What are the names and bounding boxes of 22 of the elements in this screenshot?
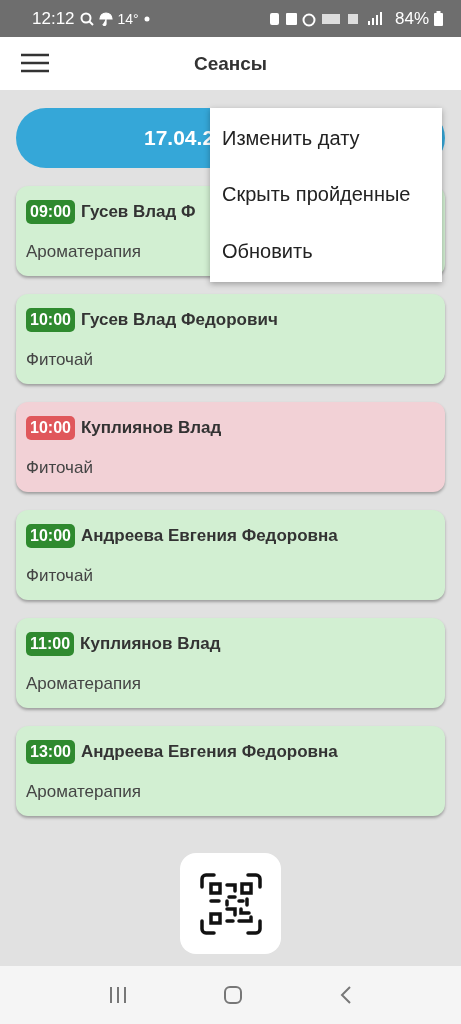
status-time: 12:12 — [32, 8, 75, 29]
service-name: Фиточай — [26, 458, 93, 478]
service-name: Ароматерапия — [26, 782, 141, 802]
service-name: Фиточай — [26, 566, 93, 586]
time-badge: 09:00 — [26, 200, 75, 224]
time-badge: 11:00 — [26, 632, 75, 656]
service-name: Фиточай — [26, 350, 93, 370]
time-badge: 10:00 — [26, 308, 75, 332]
time-badge: 10:00 — [26, 524, 75, 548]
battery-percent: 84% — [394, 8, 429, 29]
service-name: Ароматерапия — [26, 242, 141, 262]
client-name: Куплиянов Влад — [80, 418, 222, 438]
client-name: Гусев Влад Ф — [80, 202, 196, 222]
screen-title: Сеансы — [193, 52, 268, 75]
time-badge: 10:00 — [26, 416, 75, 440]
client-name: Гусев Влад Федорович — [80, 310, 278, 330]
time-badge: 13:00 — [26, 740, 75, 764]
status-temperature: 14° — [117, 10, 139, 27]
client-name: Андреева Евгения Федоровна — [80, 742, 338, 762]
client-name: Андреева Евгения Федоровна — [80, 526, 338, 546]
client-name: Куплиянов Влад — [80, 634, 221, 654]
service-name: Ароматерапия — [26, 674, 141, 694]
